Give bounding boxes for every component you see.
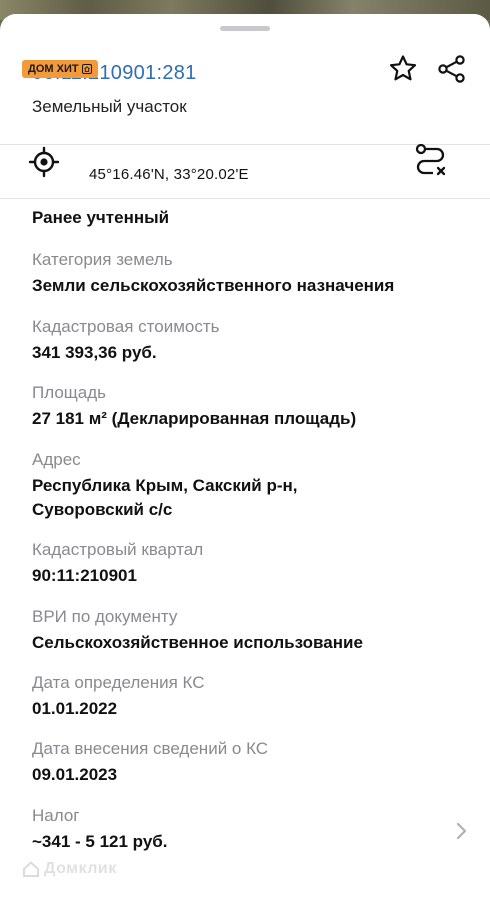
object-type: Земельный участок (32, 97, 187, 116)
title-block: 90:11:210901:281 ДОМ ХИТ (22, 58, 197, 88)
field-value-tax: ~341 - 5 121 руб. (32, 832, 168, 851)
field-value-entry-date: 09.01.2023 (32, 765, 118, 784)
field-value-cadastral-quarter: 90:11:210901 (32, 566, 137, 585)
tax-row[interactable]: Налог ~341 - 5 121 руб. (0, 796, 490, 860)
coordinates-text[interactable]: 45°16.46'N, 33°20.02'E (89, 164, 249, 186)
divider (0, 198, 490, 199)
chevron-right-icon (456, 822, 467, 840)
field-label-valuation-date: Дата определения КС (32, 673, 205, 692)
field-label-area: Площадь (32, 383, 107, 402)
watermark-text: Домклик (44, 860, 117, 877)
field-value-cadastral-value: 341 393,36 руб. (32, 343, 157, 362)
field-label-address: Адрес (32, 450, 81, 469)
sheet-drag-handle[interactable] (220, 26, 270, 31)
field-label-land-category: Категория земель (32, 250, 173, 269)
field-value-address: Республика Крым, Сакский р-н, Суворовски… (32, 476, 298, 519)
star-icon (389, 55, 417, 81)
field-label-cadastral-quarter: Кадастровый квартал (32, 540, 204, 559)
field-value-permitted-use: Сельскохозяйственное использование (32, 633, 363, 652)
field-label-entry-date: Дата внесения сведений о КС (32, 739, 269, 758)
registration-status: Ранее учтенный (32, 208, 170, 227)
house-icon (23, 861, 39, 877)
route-icon[interactable] (411, 140, 451, 180)
field-value-valuation-date: 01.01.2022 (32, 699, 118, 718)
house-icon (81, 64, 92, 74)
field-label-tax: Налог (32, 806, 80, 825)
favorite-button[interactable] (386, 52, 420, 86)
field-value-area: 27 181 м² (Декларированная площадь) (32, 409, 357, 428)
field-label-permitted-use: ВРИ по документу (32, 607, 178, 626)
target-icon[interactable] (28, 146, 60, 178)
share-button[interactable] (435, 52, 469, 86)
share-icon (438, 55, 465, 83)
field-label-cadastral-value: Кадастровая стоимость (32, 317, 220, 336)
promo-badge: ДОМ ХИТ (22, 60, 98, 78)
badge-label: ДОМ ХИТ (28, 63, 79, 75)
watermark: Домклик (22, 860, 117, 878)
field-value-land-category: Земли сельскохозяйственного назначения (32, 276, 395, 295)
bottom-sheet: 90:11:210901:281 ДОМ ХИТ Земельный участ… (0, 14, 490, 900)
